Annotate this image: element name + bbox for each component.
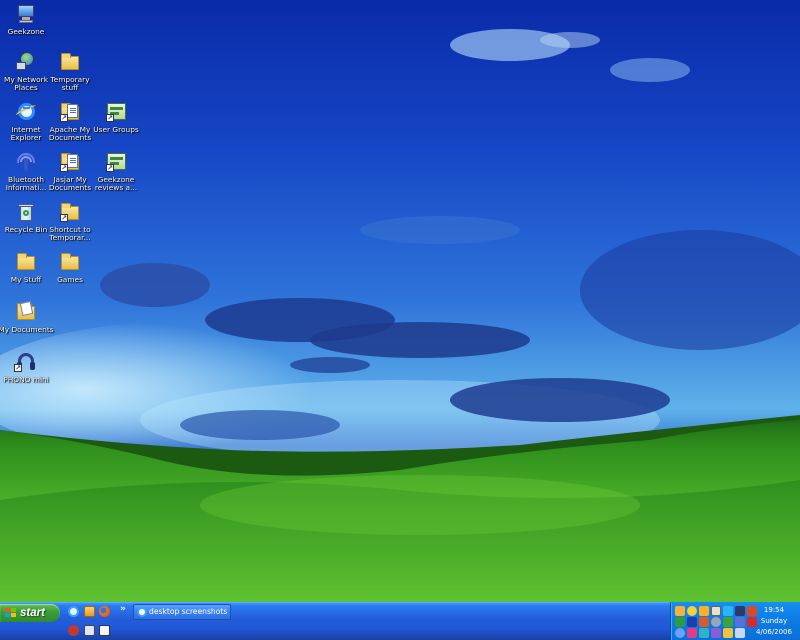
bluetooth-icon <box>14 150 38 174</box>
shortcut-arrow-icon: ↗ <box>60 164 68 172</box>
clock-date: 4/06/2006 <box>756 628 792 636</box>
headphones-icon: ↗ <box>14 350 38 374</box>
my-documents-icon <box>14 300 38 324</box>
app-icon[interactable] <box>723 628 733 638</box>
app-icon[interactable] <box>699 628 709 638</box>
app-icon[interactable] <box>735 617 745 627</box>
bluetooth-icon[interactable] <box>687 617 697 627</box>
start-button[interactable]: start <box>0 604 60 622</box>
desktop-icon-label: Jasjar My Documents <box>48 175 92 192</box>
desktop-icon-label: Temporary stuff <box>50 75 90 92</box>
internet-explorer-icon[interactable] <box>68 606 79 617</box>
clock-time: 19:54 <box>763 606 785 614</box>
internet-explorer-icon <box>14 100 38 124</box>
shield-icon[interactable] <box>711 617 721 627</box>
desktop-icon-games[interactable]: Games <box>44 250 96 284</box>
shortcut-arrow-icon: ↗ <box>14 364 22 372</box>
media-icon[interactable] <box>84 606 95 617</box>
computer-icon <box>14 2 38 26</box>
clock-day: Sunday <box>760 617 788 625</box>
desktop-icon-label: Geekzone reviews a... <box>94 175 138 192</box>
app-icon[interactable] <box>675 617 685 627</box>
web-shortcut-icon: ↗ <box>104 100 128 124</box>
network-places-icon <box>14 50 38 74</box>
desktop-icon-geekzone-reviews[interactable]: ↗ Geekzone reviews a... <box>90 150 142 192</box>
app-icon[interactable] <box>68 625 79 636</box>
desktop-icon-jasjar-my-documents[interactable]: ↗ Jasjar My Documents <box>44 150 96 192</box>
app-icon[interactable] <box>699 606 709 616</box>
folder-icon <box>58 250 82 274</box>
app-icon[interactable] <box>84 625 95 636</box>
desktop-icon-apache-my-documents[interactable]: ↗ Apache My Documents <box>44 100 96 142</box>
taskbar-window-button[interactable]: desktop screenshots ... <box>133 604 231 620</box>
desktop-icon-user-groups[interactable]: ↗ User Groups <box>90 100 142 134</box>
app-icon[interactable] <box>699 617 709 627</box>
desktop-icon-label: User Groups <box>93 125 139 134</box>
lock-icon[interactable] <box>675 606 685 616</box>
desktop-icon-geekzone[interactable]: Geekzone <box>0 2 52 36</box>
taskbar-window-label: desktop screenshots ... <box>149 607 231 616</box>
shortcut-arrow-icon: ↗ <box>106 114 114 122</box>
desktop-icon-shortcut-to-temporary[interactable]: ↗ Shortcut to Temporar... <box>44 200 96 242</box>
app-icon[interactable] <box>735 606 745 616</box>
desktop-icon-phono-mini[interactable]: ↗ PHONO mini <box>0 350 52 384</box>
app-icon[interactable] <box>723 617 733 627</box>
folder-icon <box>58 50 82 74</box>
shortcut-arrow-icon: ↗ <box>106 164 114 172</box>
windows-logo-icon <box>5 608 16 618</box>
desktop-icon-label: Apache My Documents <box>48 125 92 142</box>
desktop-icon-label: Geekzone <box>7 27 45 36</box>
desktop-icon-label: Shortcut to Temporar... <box>49 225 91 242</box>
app-icon[interactable] <box>735 628 745 638</box>
wallpaper-image <box>0 0 800 602</box>
app-icon[interactable] <box>711 628 721 638</box>
quick-launch-overflow-chevron[interactable]: » <box>120 604 126 614</box>
app-icon[interactable] <box>675 628 685 638</box>
shortcut-arrow-icon: ↗ <box>60 114 68 122</box>
web-shortcut-icon: ↗ <box>104 150 128 174</box>
internet-explorer-icon <box>137 607 147 617</box>
desktop-wallpaper: Geekzone My Network Places Temporary stu… <box>0 0 800 602</box>
desktop-icon-label: My Documents <box>0 325 54 334</box>
folder-shortcut-icon: ↗ <box>58 200 82 224</box>
shortcut-arrow-icon: ↗ <box>60 214 68 222</box>
folder-icon <box>14 250 38 274</box>
start-label: start <box>20 607 45 619</box>
smiley-icon[interactable] <box>687 606 697 616</box>
network-icon[interactable] <box>723 606 733 616</box>
app-icon[interactable] <box>687 628 697 638</box>
folder-shortcut-icon: ↗ <box>58 150 82 174</box>
desktop-icon-temporary-stuff[interactable]: Temporary stuff <box>44 50 96 92</box>
app-icon[interactable] <box>711 606 721 616</box>
recycle-bin-icon <box>14 200 38 224</box>
folder-shortcut-icon: ↗ <box>58 100 82 124</box>
desktop-icon-my-documents[interactable]: My Documents <box>0 300 54 334</box>
desktop-icon-label: PHONO mini <box>3 375 49 384</box>
firefox-icon[interactable] <box>99 606 110 617</box>
app-icon[interactable] <box>99 625 110 636</box>
desktop-icon-label: Games <box>57 275 83 284</box>
